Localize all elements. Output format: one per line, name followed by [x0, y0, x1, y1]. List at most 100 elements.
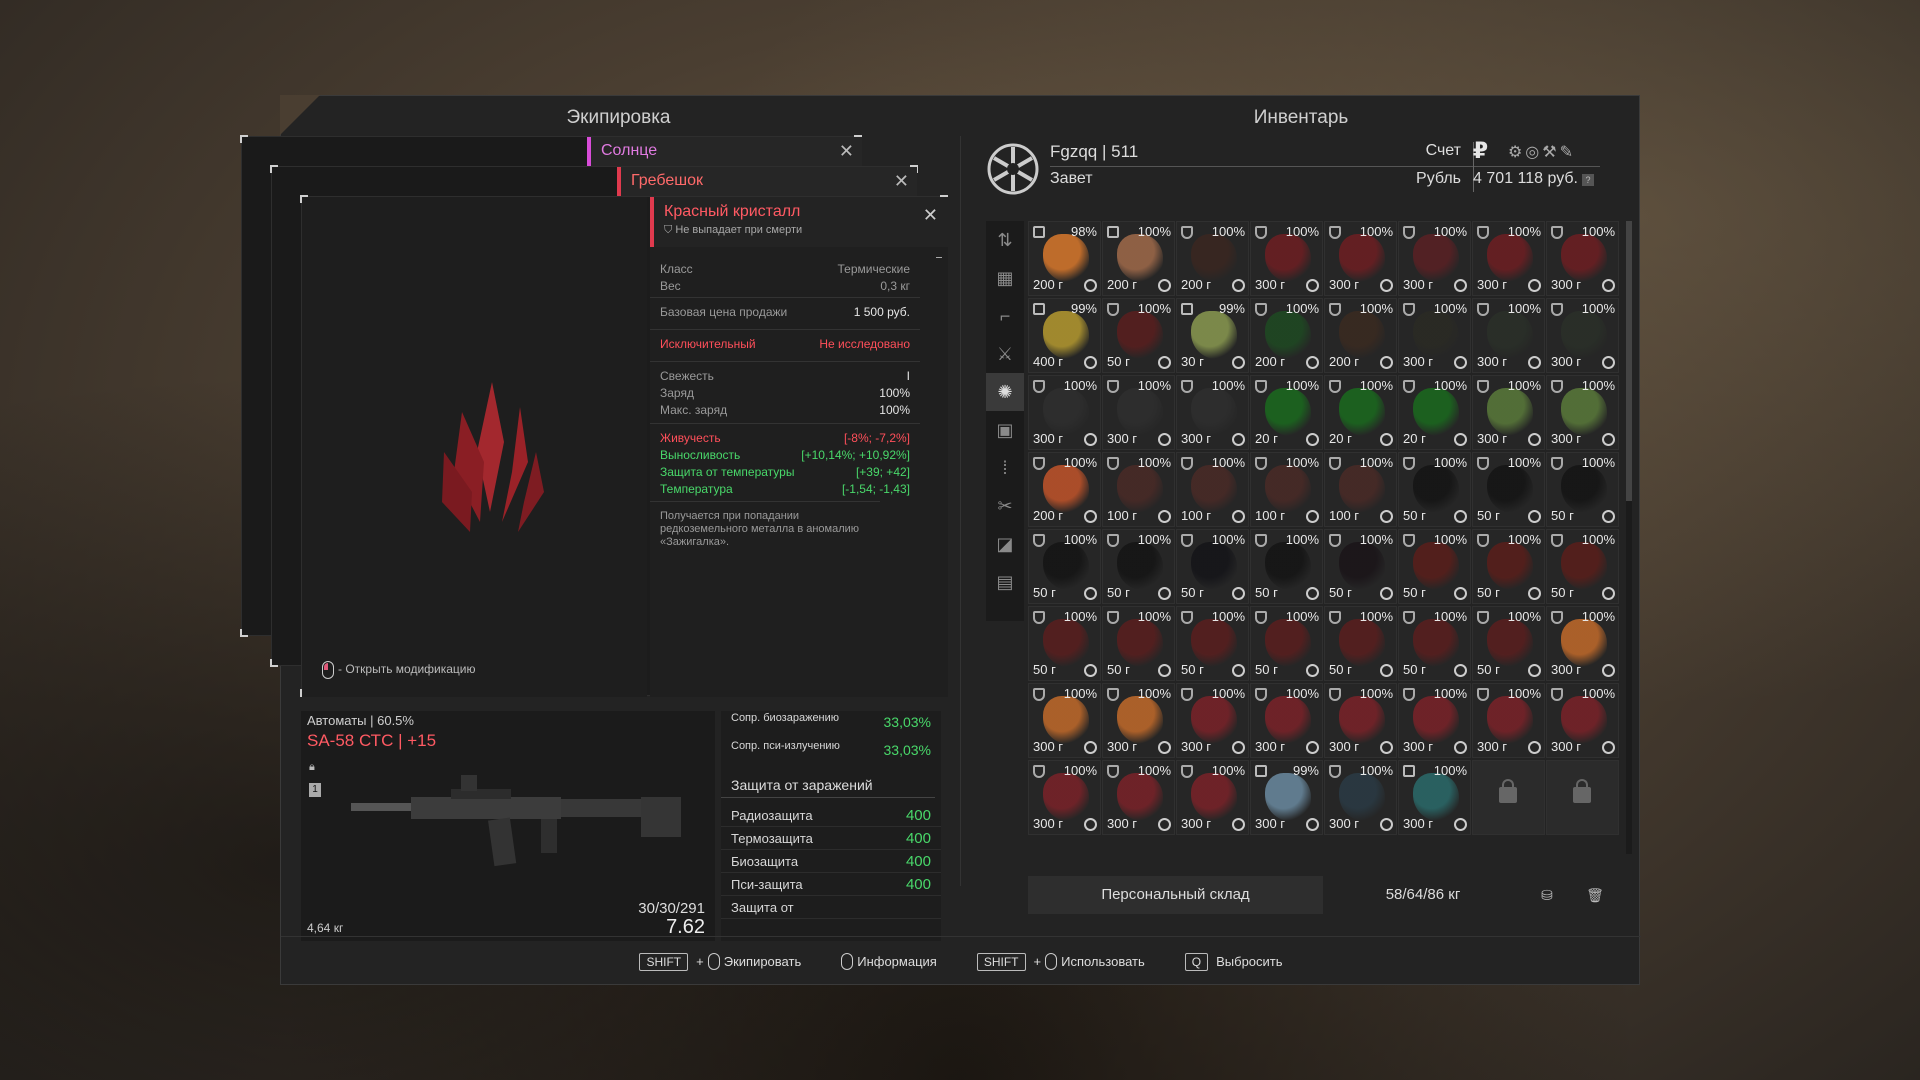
sort-icon[interactable]: ⇅: [986, 221, 1024, 259]
artifact-slot[interactable]: 100% 100 г: [1324, 452, 1397, 527]
hotkey-equip[interactable]: SHIFT + Экипировать: [639, 952, 801, 971]
artifact-slot[interactable]: 100% 50 г: [1324, 529, 1397, 604]
artifact-slot[interactable]: 100% 300 г: [1176, 375, 1249, 450]
hotkey-use[interactable]: SHIFT + Использовать: [976, 952, 1145, 971]
question-icon[interactable]: ?: [1582, 174, 1594, 186]
artifact-filter-icon[interactable]: ✺: [986, 373, 1024, 411]
artifact-slot[interactable]: 100% 300 г: [1176, 683, 1249, 758]
artifact-slot[interactable]: 100% 300 г: [1324, 760, 1397, 835]
artifact-slot[interactable]: 100% 300 г: [1324, 683, 1397, 758]
ammo-filter-icon[interactable]: ⁞: [986, 449, 1024, 487]
artifact-slot[interactable]: 100% 300 г: [1102, 375, 1175, 450]
artifact-slot[interactable]: 100% 50 г: [1102, 298, 1175, 373]
artifact-slot[interactable]: 100% 50 г: [1250, 529, 1323, 604]
artifact-slot[interactable]: 100% 300 г: [1028, 760, 1101, 835]
device-filter-icon[interactable]: ▣: [986, 411, 1024, 449]
artifact-slot[interactable]: 100% 200 г: [1028, 452, 1101, 527]
artifact-slot[interactable]: 99% 30 г: [1176, 298, 1249, 373]
item-preview[interactable]: - Открыть модификацию: [302, 197, 647, 697]
artifact-slot[interactable]: 100% 300 г: [1324, 221, 1397, 296]
artifact-slot[interactable]: 100% 200 г: [1324, 298, 1397, 373]
misc-filter-icon[interactable]: ◪: [986, 525, 1024, 563]
artifact-slot[interactable]: 100% 50 г: [1472, 606, 1545, 681]
container-filter-icon[interactable]: ▤: [986, 563, 1024, 601]
bio-resist: Сопр. биозаражению 33,03%: [731, 712, 931, 731]
artifact-slot[interactable]: 100% 50 г: [1250, 606, 1323, 681]
artifact-slot[interactable]: 100% 300 г: [1398, 298, 1471, 373]
artifact-slot[interactable]: 100% 50 г: [1472, 452, 1545, 527]
artifact-slot[interactable]: 100% 50 г: [1028, 606, 1101, 681]
shield-icon: [1033, 457, 1045, 470]
close-icon[interactable]: ✕: [923, 205, 938, 226]
weapon-slot[interactable]: Автоматы | 60.5% SA-58 СТС | +15 🔒︎ 1 4,…: [301, 711, 715, 941]
artifact-slot[interactable]: 100% 50 г: [1176, 606, 1249, 681]
artifact-slot[interactable]: 100% 100 г: [1176, 452, 1249, 527]
clock-icon: [1306, 433, 1319, 446]
shield-icon: [1403, 303, 1415, 316]
shield-icon: [1255, 380, 1267, 393]
artifact-slot[interactable]: 100% 300 г: [1028, 683, 1101, 758]
protection-stats[interactable]: Сопр. биозаражению 33,03% Сопр. пси-излуч…: [721, 711, 941, 941]
artifact-slot[interactable]: 100% 20 г: [1324, 375, 1397, 450]
artifact-slot[interactable]: 100% 300 г: [1546, 221, 1619, 296]
artifact-slot[interactable]: 100% 50 г: [1176, 529, 1249, 604]
artifact-slot[interactable]: 100% 50 г: [1546, 529, 1619, 604]
artifact-slot[interactable]: 100% 300 г: [1472, 298, 1545, 373]
artifact-slot[interactable]: 100% 300 г: [1028, 375, 1101, 450]
trash-icon[interactable]: 🗑︎: [1571, 876, 1619, 914]
artifact-slot[interactable]: 100% 300 г: [1546, 683, 1619, 758]
close-icon[interactable]: ✕: [894, 167, 909, 195]
artifact-slot[interactable]: 100% 50 г: [1398, 606, 1471, 681]
artifact-slot[interactable]: 99% 400 г: [1028, 298, 1101, 373]
artifact-slot[interactable]: 100% 200 г: [1102, 221, 1175, 296]
grid-all-icon[interactable]: ▦: [986, 259, 1024, 297]
artifact-icon: [1561, 234, 1607, 282]
scrollbar[interactable]: [936, 257, 942, 267]
artifact-slot[interactable]: 100% 50 г: [1472, 529, 1545, 604]
artifact-slot[interactable]: 100% 300 г: [1472, 221, 1545, 296]
ruble-icon[interactable]: ₽: [1473, 138, 1488, 164]
artifact-slot[interactable]: 100% 50 г: [1398, 529, 1471, 604]
artifact-slot[interactable]: 100% 300 г: [1398, 221, 1471, 296]
artifact-slot[interactable]: 100% 20 г: [1250, 375, 1323, 450]
artifact-slot[interactable]: 100% 300 г: [1250, 221, 1323, 296]
artifact-slot[interactable]: 100% 300 г: [1546, 606, 1619, 681]
weapon-filter-icon[interactable]: ⌐: [986, 297, 1024, 335]
artifact-slot[interactable]: 100% 200 г: [1250, 298, 1323, 373]
artifact-slot[interactable]: 100% 300 г: [1176, 760, 1249, 835]
personal-storage-button[interactable]: Персональный склад: [1028, 876, 1323, 914]
artifact-slot[interactable]: 100% 50 г: [1398, 452, 1471, 527]
artifact-slot[interactable]: 100% 300 г: [1472, 375, 1545, 450]
hotkey-info[interactable]: Информация: [841, 953, 937, 970]
locked-slot[interactable]: [1472, 760, 1545, 835]
artifact-slot[interactable]: 100% 50 г: [1028, 529, 1101, 604]
artifact-slot[interactable]: 100% 100 г: [1102, 452, 1175, 527]
tools-filter-icon[interactable]: ✂: [986, 487, 1024, 525]
artifact-slot[interactable]: 100% 50 г: [1546, 452, 1619, 527]
knife-filter-icon[interactable]: ⚔: [986, 335, 1024, 373]
artifact-slot[interactable]: 100% 50 г: [1102, 606, 1175, 681]
artifact-slot[interactable]: 98% 200 г: [1028, 221, 1101, 296]
artifact-slot[interactable]: 100% 50 г: [1324, 606, 1397, 681]
artifact-slot[interactable]: 100% 20 г: [1398, 375, 1471, 450]
clock-icon: [1158, 818, 1171, 831]
artifact-slot[interactable]: 100% 300 г: [1102, 760, 1175, 835]
artifact-slot[interactable]: 100% 300 г: [1546, 375, 1619, 450]
lock-icon: [1107, 226, 1119, 238]
artifact-slot[interactable]: 100% 200 г: [1176, 221, 1249, 296]
artifact-slot[interactable]: 100% 300 г: [1472, 683, 1545, 758]
artifact-slot[interactable]: 99% 300 г: [1250, 760, 1323, 835]
inventory-scrollbar[interactable]: [1626, 221, 1632, 854]
close-icon[interactable]: ✕: [839, 137, 854, 165]
currency-icons[interactable]: ⚙◎⚒✎: [1508, 142, 1576, 162]
artifact-slot[interactable]: 100% 100 г: [1250, 452, 1323, 527]
locked-slot[interactable]: [1546, 760, 1619, 835]
artifact-slot[interactable]: 100% 300 г: [1398, 683, 1471, 758]
artifact-slot[interactable]: 100% 300 г: [1546, 298, 1619, 373]
hotkey-drop[interactable]: Q Выбросить: [1184, 952, 1283, 971]
artifact-slot[interactable]: 100% 300 г: [1398, 760, 1471, 835]
artifact-slot[interactable]: 100% 300 г: [1250, 683, 1323, 758]
artifact-slot[interactable]: 100% 300 г: [1102, 683, 1175, 758]
artifact-slot[interactable]: 100% 50 г: [1102, 529, 1175, 604]
weight-icon[interactable]: ⛁: [1523, 876, 1571, 914]
